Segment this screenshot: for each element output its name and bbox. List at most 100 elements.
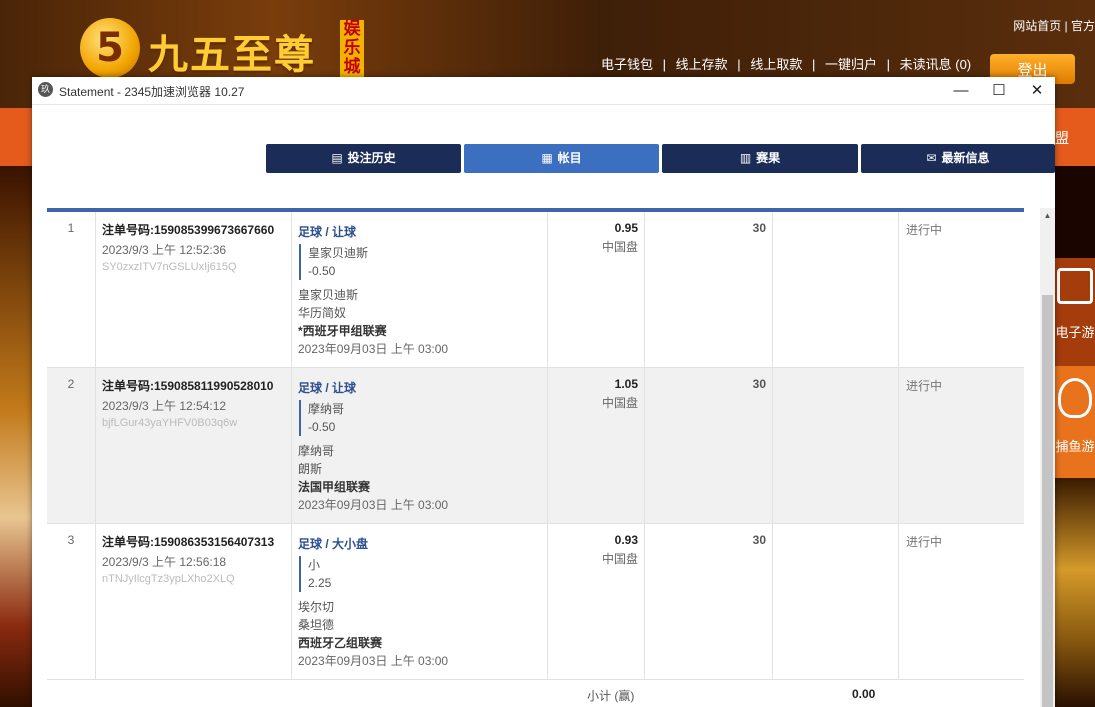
site-logo-text: 九五至尊 <box>148 32 316 78</box>
nav-withdraw[interactable]: 线上取款 <box>750 57 802 72</box>
scroll-thumb[interactable] <box>1042 295 1053 707</box>
bet-history-icon: ▤ <box>331 151 343 165</box>
odds-type: 中国盘 <box>601 552 638 566</box>
away-team: 朗斯 <box>298 462 323 476</box>
nav-messages[interactable]: 未读讯息 (0) <box>900 57 972 72</box>
selection: 小 <box>308 558 321 572</box>
electronic-games-icon <box>1057 268 1093 304</box>
status-cell: 进行中 <box>898 212 1024 367</box>
ticket-hash: SY0zxzITV7nGSLUxIj615Q <box>102 261 237 273</box>
site-logo-badge: 娱乐城 <box>340 20 364 78</box>
fishing-games-icon <box>1058 378 1092 418</box>
tab-label: 投注历史 <box>347 151 396 165</box>
odds-cell: 0.93 中国盘 <box>547 524 644 679</box>
statement-table: 1 注单号码:159085399673667660 2023/9/3 上午 12… <box>47 208 1024 707</box>
stake-cell: 30 <box>644 524 772 679</box>
nav-merge[interactable]: 一键归户 <box>825 57 877 72</box>
ticket-cell: 注单号码:159085811990528010 2023/9/3 上午 12:5… <box>95 368 291 523</box>
status-cell: 进行中 <box>898 368 1024 523</box>
win-loss-cell <box>772 524 898 679</box>
window-titlebar[interactable]: 玖 Statement - 2345加速浏览器 10.27 — ☐ ✕ <box>32 77 1055 105</box>
odds-cell: 1.05 中国盘 <box>547 368 644 523</box>
ticket-number: 注单号码:159086353156407313 <box>102 535 275 549</box>
table-row: 2 注单号码:159085811990528010 2023/9/3 上午 12… <box>47 368 1024 524</box>
nav-sep: | <box>886 57 890 72</box>
market-type: 足球 / 大小盘 <box>298 537 369 551</box>
bet-detail-cell: 足球 / 让球 皇家贝迪斯 -0.50 皇家贝迪斯 华历简奴 *西班牙甲组联赛 … <box>291 212 547 367</box>
stake-cell: 30 <box>644 212 772 367</box>
handicap: -0.50 <box>308 264 336 278</box>
handicap: 2.25 <box>308 576 332 590</box>
handicap: -0.50 <box>308 420 336 434</box>
ticket-hash: nTNJyIlcgTz3ypLXho2XLQ <box>102 573 235 585</box>
tab-account[interactable]: ▦ 帐目 <box>464 144 659 173</box>
electronic-games-tile[interactable]: 电子游 <box>1055 258 1095 366</box>
top-links[interactable]: 网站首页 | 官方 <box>1013 17 1095 34</box>
selection: 摩纳哥 <box>308 402 345 416</box>
wallet-nav: 电子钱包 | 线上存款 | 线上取款 | 一键归户 | 未读讯息 (0) <box>598 54 974 73</box>
browser-logo-icon: 玖 <box>38 82 53 97</box>
account-icon: ▦ <box>541 151 553 165</box>
fishing-games-label: 捕鱼游 <box>1055 439 1095 454</box>
close-button[interactable]: ✕ <box>1018 77 1055 104</box>
home-team: 埃尔切 <box>298 600 335 614</box>
scroll-up-arrow-icon[interactable]: ▲ <box>1040 208 1055 223</box>
win-loss-cell <box>772 368 898 523</box>
bet-datetime: 2023/9/3 上午 12:52:36 <box>102 243 227 257</box>
row-index: 3 <box>67 533 75 547</box>
selection-box: 小 2.25 <box>299 556 541 592</box>
nav-sep: | <box>811 57 816 72</box>
selection-box: 摩纳哥 -0.50 <box>299 400 541 436</box>
fishing-games-tile[interactable]: 捕鱼游 <box>1055 366 1095 478</box>
stake-value: 30 <box>752 221 766 235</box>
away-team: 华历简奴 <box>298 306 347 320</box>
nav-wallet[interactable]: 电子钱包 <box>601 57 653 72</box>
statement-window: 玖 Statement - 2345加速浏览器 10.27 — ☐ ✕ ▤ 投注历… <box>32 77 1055 707</box>
win-loss-cell <box>772 212 898 367</box>
ticket-cell: 注单号码:159086353156407313 2023/9/3 上午 12:5… <box>95 524 291 679</box>
electronic-games-label: 电子游 <box>1055 325 1095 340</box>
bet-datetime: 2023/9/3 上午 12:56:18 <box>102 555 227 569</box>
ticket-hash: bjfLGur43yaYHFV0B03q6w <box>102 417 238 429</box>
odds-cell: 0.95 中国盘 <box>547 212 644 367</box>
ticket-number: 注单号码:159085399673667660 <box>102 223 275 237</box>
stake-value: 30 <box>752 533 766 547</box>
tab-label: 赛果 <box>756 151 781 165</box>
site-logo-icon: 5 <box>80 18 140 78</box>
maximize-button[interactable]: ☐ <box>980 77 1018 104</box>
left-banner-art <box>0 166 32 707</box>
market-type: 足球 / 让球 <box>298 225 357 239</box>
league-name: *西班牙甲组联赛 <box>298 324 387 338</box>
bet-datetime: 2023/9/3 上午 12:54:12 <box>102 399 227 413</box>
tab-latest-news[interactable]: ✉ 最新信息 <box>861 144 1055 173</box>
match-time: 2023年09月03日 上午 03:00 <box>298 498 449 512</box>
nav-sep: | <box>737 57 741 72</box>
subtotal-row: 小计 (赢) 0.00 <box>47 680 1024 707</box>
table-row: 3 注单号码:159086353156407313 2023/9/3 上午 12… <box>47 524 1024 680</box>
row-index: 2 <box>67 377 75 391</box>
envelope-icon: ✉ <box>926 151 937 165</box>
right-banner-art <box>1055 478 1095 707</box>
away-team: 桑坦德 <box>298 618 335 632</box>
tab-results[interactable]: ▥ 赛果 <box>662 144 858 173</box>
tab-bet-history[interactable]: ▤ 投注历史 <box>266 144 461 173</box>
stake-value: 30 <box>752 377 766 391</box>
nav-item-partial[interactable]: 盟 <box>1055 128 1069 148</box>
odds-value: 1.05 <box>614 377 638 391</box>
subtotal-value: 0.00 <box>852 687 876 701</box>
league-name: 法国甲组联赛 <box>298 480 371 494</box>
ticket-cell: 注单号码:159085399673667660 2023/9/3 上午 12:5… <box>95 212 291 367</box>
nav-deposit[interactable]: 线上存款 <box>676 57 728 72</box>
results-icon: ▥ <box>739 151 752 165</box>
row-index: 1 <box>67 221 75 235</box>
stake-cell: 30 <box>644 368 772 523</box>
bet-detail-cell: 足球 / 让球 摩纳哥 -0.50 摩纳哥 朗斯 法国甲组联赛 2023年09月… <box>291 368 547 523</box>
home-team: 摩纳哥 <box>298 444 335 458</box>
selection: 皇家贝迪斯 <box>308 246 369 260</box>
tab-label: 帐目 <box>557 151 582 165</box>
vertical-scrollbar[interactable]: ▲ <box>1040 208 1055 707</box>
league-name: 西班牙乙组联赛 <box>298 636 383 650</box>
odds-type: 中国盘 <box>601 240 638 254</box>
minimize-button[interactable]: — <box>942 77 980 104</box>
ticket-number: 注单号码:159085811990528010 <box>102 379 274 393</box>
